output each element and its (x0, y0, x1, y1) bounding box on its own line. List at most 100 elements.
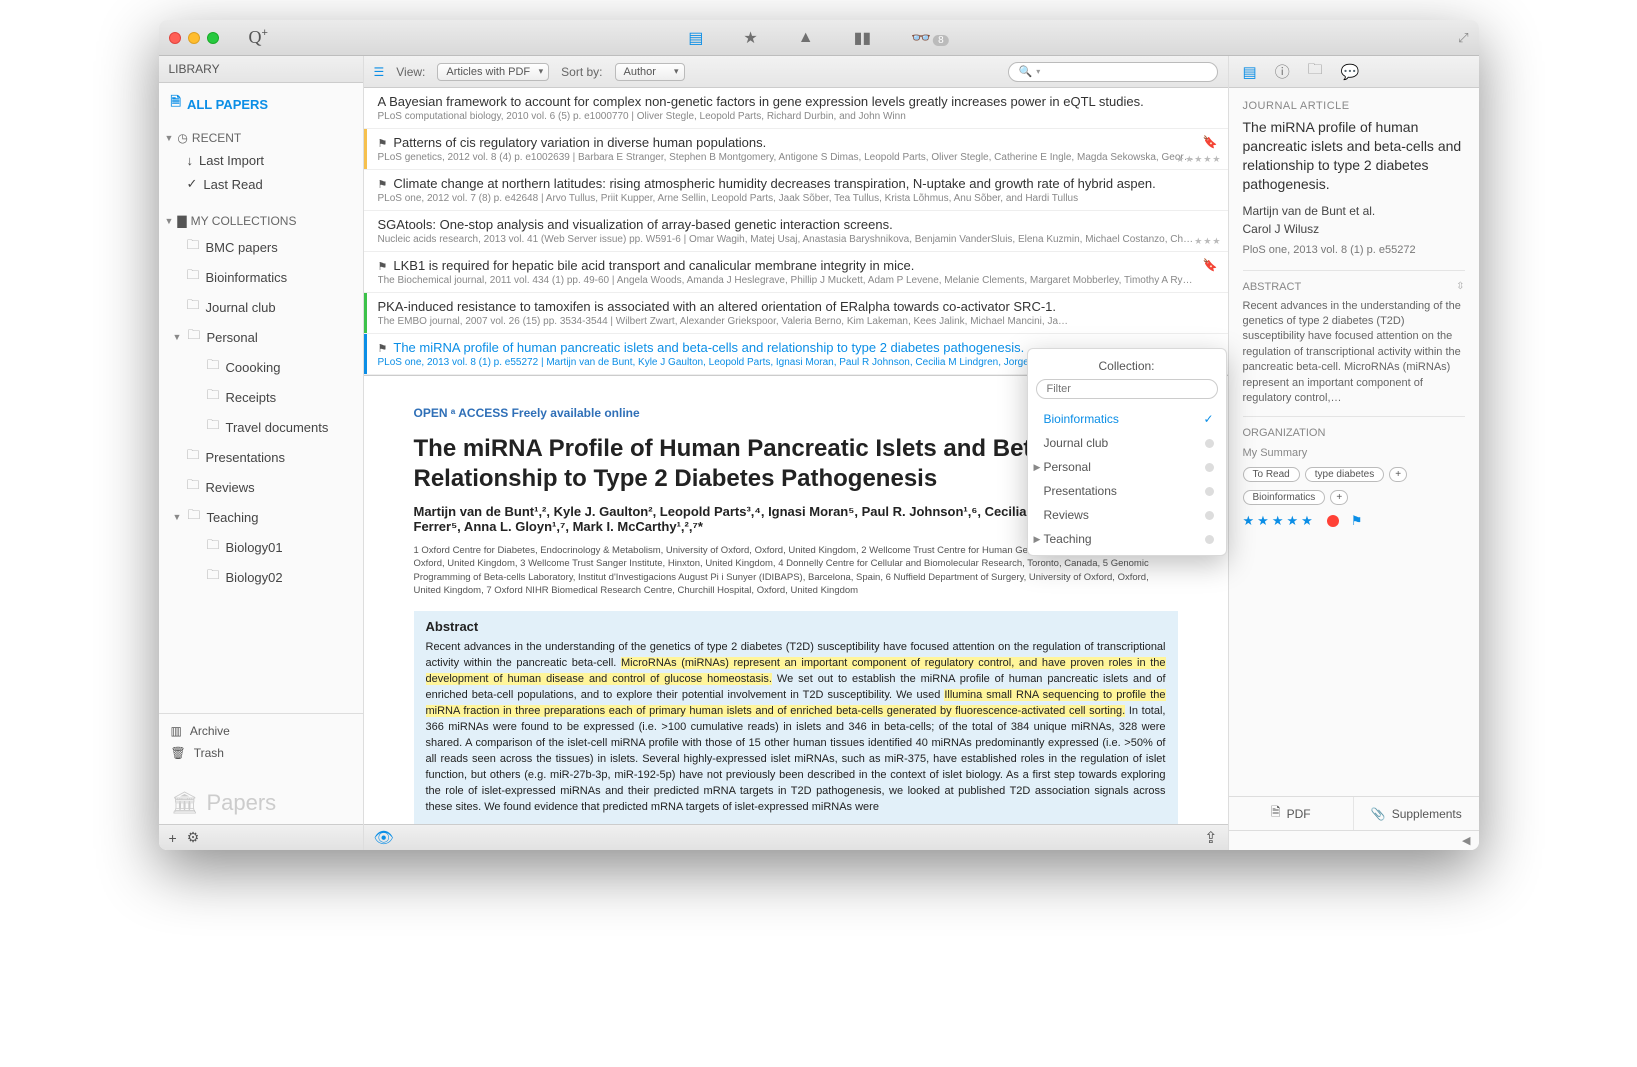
sidebar-item-bioinformatics[interactable]: 🗀Bioinformatics (159, 262, 363, 292)
details-author-1: Martijn van de Bunt et al. (1243, 204, 1465, 218)
popover-item-label: Personal (1044, 460, 1091, 474)
minimize-window[interactable] (188, 32, 200, 44)
paper-row[interactable]: SGAtools: One-stop analysis and visualiz… (364, 211, 1228, 252)
sidebar-item-teaching[interactable]: ▼🗀Teaching (159, 502, 363, 532)
authors-icon[interactable]: ▲ (798, 29, 814, 47)
unselected-indicator (1205, 535, 1214, 544)
view-select[interactable]: Articles with PDF (437, 63, 549, 81)
pdf-button[interactable]: 🗎PDF (1229, 797, 1355, 830)
tag-to-read[interactable]: To Read (1243, 467, 1300, 482)
rating-row[interactable]: ★ ★ ★ ★ ★ ⚑ (1243, 513, 1465, 529)
sidebar-item-receipts[interactable]: 🗀Receipts (159, 382, 363, 412)
paper-row[interactable]: ⚑Patterns of cis regulatory variation in… (364, 129, 1228, 170)
star-icon[interactable]: ★ (1301, 513, 1313, 529)
sidebar-item-journal-club[interactable]: 🗀Journal club (159, 292, 363, 322)
add-collection-button[interactable]: + (1330, 490, 1348, 505)
flag-icon: ⚑ (378, 138, 388, 150)
top-nav: ▤ ★ ▲ ▮▮ 👓8 (688, 28, 948, 48)
info-tab-icon[interactable]: ⓘ (1275, 61, 1290, 82)
share-icon[interactable]: ⇪ (1204, 828, 1217, 848)
popover-item[interactable]: Reviews (1028, 503, 1226, 527)
favorites-icon[interactable]: ★ (743, 28, 757, 48)
popover-item-label: Teaching (1044, 532, 1092, 546)
star-icon[interactable]: ★ (1272, 513, 1284, 529)
sidebar-item-presentations[interactable]: 🗀Presentations (159, 442, 363, 472)
settings-gear-icon[interactable]: ⚙ (187, 829, 200, 846)
popover-title: Collection: (1028, 359, 1226, 379)
sidebar-item-personal[interactable]: ▼🗀Personal (159, 322, 363, 352)
popover-item[interactable]: Bioinformatics✓ (1028, 407, 1226, 431)
paper-row[interactable]: ⚑LKB1 is required for hepatic bile acid … (364, 252, 1228, 293)
color-label-red[interactable] (1327, 515, 1339, 527)
paper-row[interactable]: ⚑Climate change at northern latitudes: r… (364, 170, 1228, 211)
sidebar-item-cooking[interactable]: 🗀Coooking (159, 352, 363, 382)
list-search-input[interactable]: 🔍▾ (1008, 62, 1218, 82)
hamburger-icon[interactable]: ☰ (374, 65, 385, 79)
fullscreen-icon[interactable]: ⤢ (1458, 30, 1468, 46)
sidebar-group-recent[interactable]: ▼ ◷ RECENT (159, 125, 363, 149)
sort-label: Sort by: (561, 65, 602, 79)
archive-icon: ▥ (171, 724, 182, 738)
sort-select[interactable]: Author (615, 63, 685, 81)
supplements-button[interactable]: 📎Supplements (1354, 797, 1479, 830)
abstract-heading: Abstract (414, 611, 1178, 636)
disclosure-icon: ▶ (1034, 534, 1044, 545)
popover-item[interactable]: Presentations (1028, 479, 1226, 503)
bookmark-icon: 🔖 (1203, 135, 1218, 149)
add-tag-button[interactable]: + (1389, 467, 1407, 482)
collapse-panel[interactable]: ◀ (1229, 830, 1479, 850)
add-button[interactable]: + (169, 830, 177, 846)
folder-icon: 🗀 (187, 506, 200, 528)
close-window[interactable] (169, 32, 181, 44)
window-controls (169, 32, 219, 44)
my-collections-label: MY COLLECTIONS (191, 214, 297, 228)
tag-bioinformatics[interactable]: Bioinformatics (1243, 490, 1326, 505)
document-icon: 🗎 (171, 93, 181, 115)
brand: 🏛Papers (159, 770, 363, 824)
sidebar-archive[interactable]: ▥Archive (171, 720, 351, 742)
sidebar-group-collections[interactable]: ▼ ▇ MY COLLECTIONS (159, 208, 363, 232)
sidebar: LIBRARY 🗎 ALL PAPERS ▼ ◷ RECENT ↓Last Im… (159, 56, 364, 850)
details-author-2: Carol J Wilusz (1243, 222, 1465, 236)
expand-icon[interactable]: ⇳ (1456, 281, 1464, 292)
library-view-icon[interactable]: ▤ (688, 28, 703, 48)
clock-icon: ◷ (177, 131, 187, 145)
overview-tab-icon[interactable]: ▤ (1243, 63, 1257, 81)
star-icon[interactable]: ★ (1286, 513, 1298, 529)
disclosure-icon: ▼ (165, 216, 174, 226)
popover-item[interactable]: ▶Teaching (1028, 527, 1226, 551)
star-icon[interactable]: ★ (1243, 513, 1255, 529)
tag-type-diabetes[interactable]: type diabetes (1305, 467, 1385, 482)
org-section-label: ORGANIZATION (1243, 427, 1326, 439)
paper-row[interactable]: A Bayesian framework to account for comp… (364, 88, 1228, 129)
paper-row[interactable]: PKA-induced resistance to tamoxifen is a… (364, 293, 1228, 334)
sidebar-trash[interactable]: 🗑Trash (171, 742, 351, 764)
details-body: JOURNAL ARTICLE The miRNA profile of hum… (1229, 88, 1479, 796)
flag-icon[interactable]: ⚑ (1351, 513, 1363, 529)
popover-item[interactable]: Journal club (1028, 431, 1226, 455)
eye-icon[interactable]: 👁 (374, 828, 394, 848)
star-icon[interactable]: ★ (1257, 513, 1269, 529)
sidebar-all-papers[interactable]: 🗎 ALL PAPERS (159, 83, 363, 125)
sidebar-item-reviews[interactable]: 🗀Reviews (159, 472, 363, 502)
folder-icon: 🗀 (207, 386, 220, 408)
folder-icon: 🗀 (187, 266, 200, 288)
reader-icon[interactable]: ▮▮ (854, 28, 872, 48)
glasses-icon[interactable]: 👓8 (911, 28, 948, 48)
notes-tab-icon[interactable]: 🗀 (1308, 59, 1323, 84)
my-summary-link[interactable]: My Summary (1243, 447, 1465, 459)
sidebar-item-travel[interactable]: 🗀Travel documents (159, 412, 363, 442)
popover-item[interactable]: ▶Personal (1028, 455, 1226, 479)
activity-tab-icon[interactable]: 💬 (1341, 63, 1360, 81)
sidebar-last-read[interactable]: ✓Last Read (159, 172, 363, 196)
sidebar-item-bio02[interactable]: 🗀Biology02 (159, 562, 363, 592)
folder-solid-icon: ▇ (177, 214, 186, 228)
titlebar: Q+ ▤ ★ ▲ ▮▮ 👓8 ⤢ (159, 20, 1479, 56)
sidebar-item-bmc[interactable]: 🗀BMC papers (159, 232, 363, 262)
global-search-icon[interactable]: Q+ (249, 27, 268, 48)
maximize-window[interactable] (207, 32, 219, 44)
sidebar-item-bio01[interactable]: 🗀Biology01 (159, 532, 363, 562)
sidebar-last-import[interactable]: ↓Last Import (159, 149, 363, 172)
article-type-label: JOURNAL ARTICLE (1243, 100, 1465, 112)
popover-filter-input[interactable] (1036, 379, 1218, 399)
